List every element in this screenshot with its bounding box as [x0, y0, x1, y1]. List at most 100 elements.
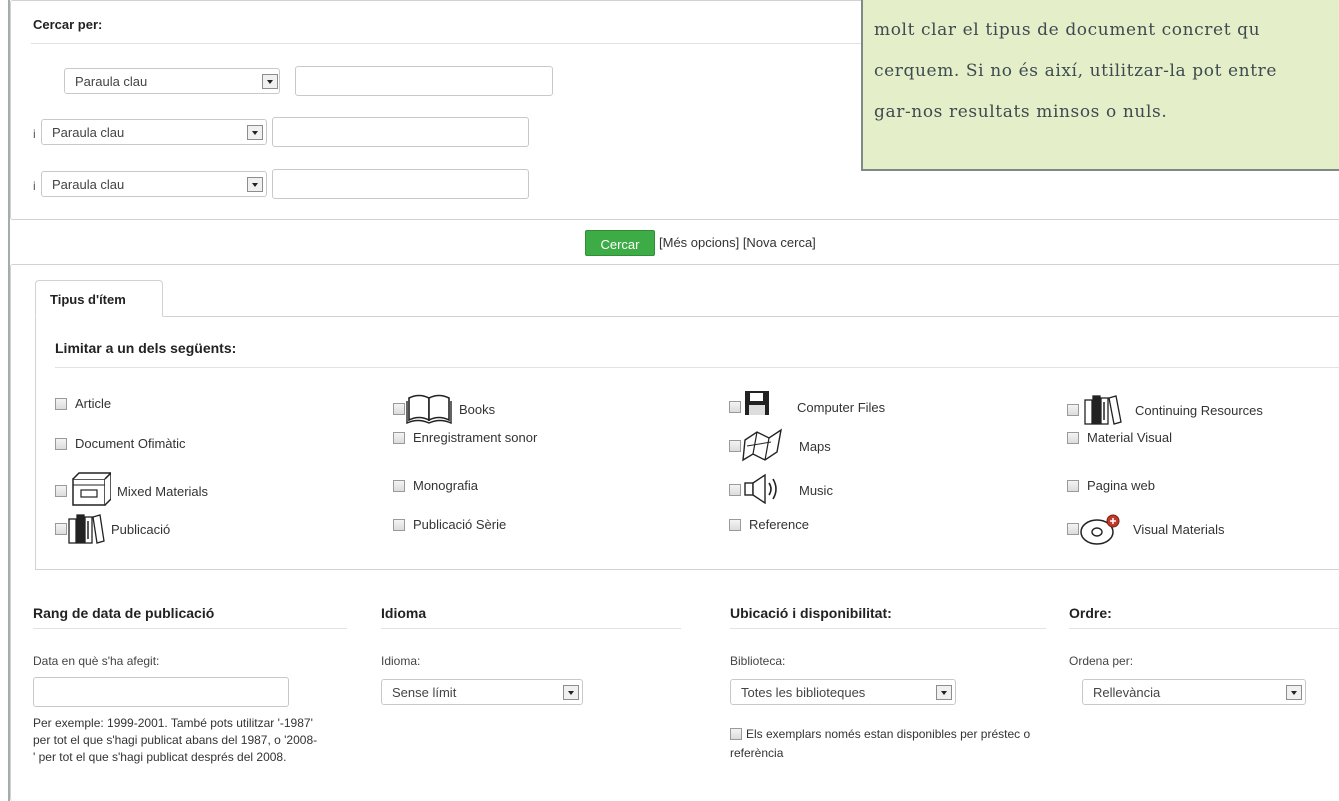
- type-item-serial-publication[interactable]: Publicació Sèrie: [393, 517, 506, 532]
- type-item-books[interactable]: Books: [393, 392, 495, 426]
- sound-icon: [744, 473, 777, 505]
- select-value: Paraula clau: [52, 177, 125, 192]
- search-button[interactable]: Cercar: [585, 230, 655, 256]
- type-label: Visual Materials: [1133, 521, 1225, 537]
- divider: [33, 628, 347, 629]
- type-item-sound-recording[interactable]: Enregistrament sonor: [393, 430, 537, 445]
- chevron-down-icon: [936, 685, 952, 700]
- checkbox[interactable]: [729, 440, 741, 452]
- checkbox[interactable]: [1067, 479, 1079, 492]
- type-item-computer-files[interactable]: Computer Files: [729, 389, 885, 425]
- computer-file-icon: [745, 391, 769, 415]
- options-links[interactable]: [Més opcions] [Nova cerca]: [659, 235, 816, 250]
- callout-note: molt clar el tipus de document concret q…: [861, 0, 1339, 171]
- language-title: Idioma: [381, 605, 427, 621]
- type-item-article[interactable]: Article: [55, 396, 111, 411]
- chevron-down-icon: [247, 177, 263, 192]
- checkbox[interactable]: [1067, 523, 1079, 535]
- location-title: Ubicació i disponibilitat:: [730, 605, 892, 621]
- operator-label: i: [33, 179, 36, 193]
- type-item-music[interactable]: Music: [729, 473, 833, 507]
- type-item-maps[interactable]: Maps: [729, 428, 831, 464]
- search-field-select-2[interactable]: Paraula clau: [41, 119, 267, 145]
- type-label: Maps: [799, 438, 831, 454]
- checkbox[interactable]: [393, 518, 405, 531]
- order-title: Ordre:: [1069, 605, 1112, 621]
- search-input-1[interactable]: [295, 66, 553, 96]
- language-label: Idioma:: [381, 654, 421, 668]
- checkbox[interactable]: [1067, 404, 1079, 416]
- date-added-label: Data en què s'ha afegit:: [33, 654, 160, 668]
- limits-panel: Tipus d'ítem Limitar a un dels següents:…: [10, 264, 1339, 801]
- checkbox[interactable]: [729, 518, 741, 531]
- checkbox[interactable]: [55, 437, 67, 450]
- checkbox[interactable]: [730, 728, 742, 740]
- type-item-continuing-resources[interactable]: Continuing Resources: [1067, 392, 1263, 428]
- checkbox[interactable]: [55, 485, 67, 497]
- dvd-icon: [1080, 514, 1120, 545]
- chevron-down-icon: [262, 74, 278, 89]
- type-label: Publicació: [111, 521, 171, 537]
- type-label: Mixed Materials: [117, 483, 209, 499]
- library-label: Biblioteca:: [730, 654, 786, 668]
- checkbox[interactable]: [393, 431, 405, 444]
- divider: [381, 628, 681, 629]
- search-legend: Cercar per:: [33, 17, 103, 32]
- checkbox[interactable]: [729, 484, 741, 496]
- type-label: Books: [459, 401, 496, 417]
- checkbox[interactable]: [55, 523, 67, 535]
- divider: [55, 367, 1339, 368]
- type-label: Enregistrament sonor: [413, 430, 538, 445]
- type-label: Music: [799, 482, 833, 498]
- book-icon: [406, 394, 452, 425]
- select-value: Sense límit: [392, 685, 457, 700]
- type-label: Document Ofimàtic: [75, 436, 186, 451]
- type-label: Article: [75, 396, 112, 411]
- checkbox[interactable]: [729, 401, 741, 413]
- search-input-2[interactable]: [272, 117, 529, 147]
- library-select[interactable]: Totes les biblioteques: [730, 679, 956, 705]
- sort-label: Ordena per:: [1069, 654, 1134, 668]
- type-item-visual-materials[interactable]: Visual Materials: [1067, 512, 1225, 546]
- callout-line: gar-nos resultats minsos o nuls.: [874, 102, 1168, 122]
- select-value: Paraula clau: [75, 74, 148, 89]
- type-label: Pagina web: [1087, 478, 1155, 493]
- date-help-text: Per exemple: 1999-2001. També pots utili…: [33, 716, 318, 764]
- type-item-reference[interactable]: Reference: [729, 517, 809, 532]
- checkbox[interactable]: [393, 479, 405, 492]
- type-item-publication[interactable]: Publicació: [55, 509, 170, 549]
- checkbox[interactable]: [55, 397, 67, 410]
- checkbox[interactable]: [1067, 431, 1079, 444]
- type-label: Reference: [749, 517, 809, 532]
- availability-option[interactable]: Els exemplars només estan disponibles pe…: [730, 725, 1050, 763]
- operator-label: i: [33, 127, 36, 141]
- type-item-mixed-materials[interactable]: Mixed Materials: [55, 471, 208, 511]
- sort-select[interactable]: Rellevància: [1082, 679, 1306, 705]
- map-icon: [742, 428, 782, 462]
- select-value: Totes les biblioteques: [741, 685, 866, 700]
- periodical-icon: [1084, 395, 1122, 425]
- callout-line: cerquem. Si no és així, utilitzar-la pot…: [874, 61, 1278, 81]
- search-field-select-3[interactable]: Paraula clau: [41, 171, 267, 197]
- language-select[interactable]: Sense límit: [381, 679, 583, 705]
- type-label: Publicació Sèrie: [413, 517, 507, 532]
- divider: [730, 628, 1046, 629]
- date-added-input[interactable]: [33, 677, 289, 707]
- type-label: Continuing Resources: [1135, 402, 1263, 418]
- date-range-title: Rang de data de publicació: [33, 605, 215, 621]
- tab-item-type[interactable]: Tipus d'ítem: [35, 280, 163, 317]
- divider: [1069, 628, 1339, 629]
- select-value: Paraula clau: [52, 125, 125, 140]
- journal-icon: [68, 514, 105, 544]
- type-item-monograph[interactable]: Monografia: [393, 478, 478, 493]
- checkbox[interactable]: [393, 403, 405, 415]
- type-label: Material Visual: [1087, 430, 1173, 445]
- search-input-3[interactable]: [272, 169, 529, 199]
- type-item-web-page[interactable]: Pagina web: [1067, 478, 1155, 493]
- search-field-select-1[interactable]: Paraula clau: [64, 68, 280, 94]
- type-item-office-document[interactable]: Document Ofimàtic: [55, 436, 186, 451]
- type-item-visual-material[interactable]: Material Visual: [1067, 430, 1172, 445]
- limit-title: Limitar a un dels següents:: [55, 340, 237, 356]
- chevron-down-icon: [1286, 685, 1302, 700]
- availability-label: Els exemplars només estan disponibles pe…: [730, 727, 1031, 760]
